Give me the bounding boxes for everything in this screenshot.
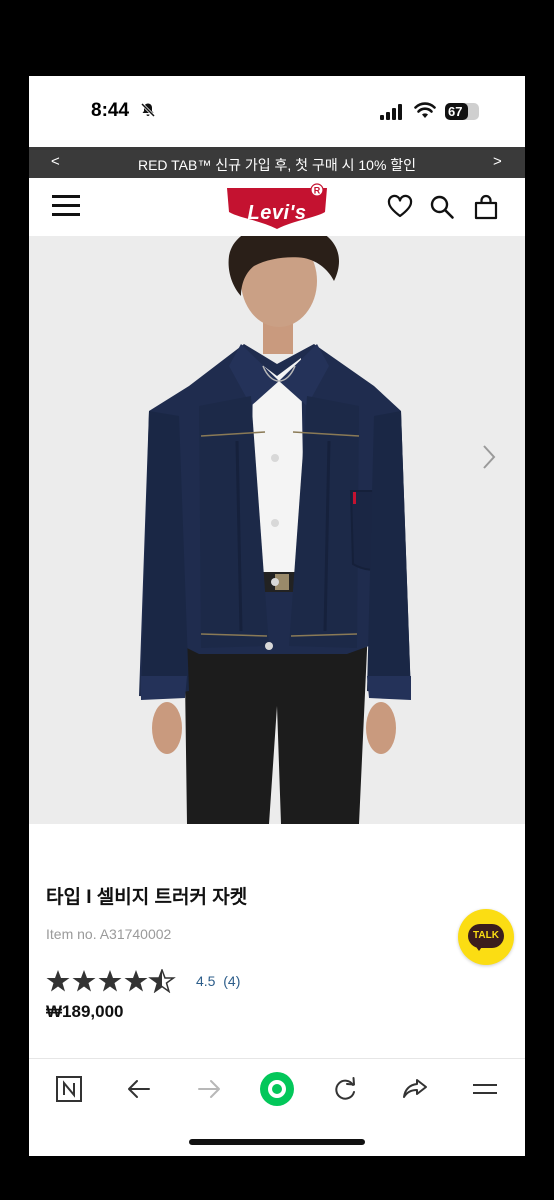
model-photo <box>29 236 525 824</box>
product-image[interactable] <box>29 236 525 824</box>
naver-n-icon[interactable] <box>55 1075 83 1103</box>
status-bar: 8:44 67 <box>29 76 525 146</box>
browser-toolbar <box>29 1058 525 1156</box>
status-time: 8:44 <box>91 100 130 121</box>
brand-name: Levi's <box>247 202 307 224</box>
refresh-icon[interactable] <box>331 1075 359 1103</box>
phone-screen: 8:44 67 < RED TAB™ 신규 가입 후, 첫 구매 시 10% 할… <box>29 76 525 1156</box>
half-star-icon <box>148 969 176 993</box>
review-count[interactable]: (4) <box>223 973 240 989</box>
share-icon[interactable] <box>401 1075 429 1103</box>
wifi-icon <box>414 102 436 118</box>
kakao-talk-button[interactable]: TALK <box>458 909 514 965</box>
forward-arrow-icon[interactable] <box>195 1075 223 1103</box>
promo-banner[interactable]: < RED TAB™ 신규 가입 후, 첫 구매 시 10% 할인 > <box>29 147 525 178</box>
site-header: R Levi's <box>29 178 525 236</box>
star-icon <box>124 970 148 992</box>
star-icon <box>46 970 70 992</box>
battery-icon: 67 <box>445 103 479 120</box>
rating-stars[interactable] <box>46 969 186 993</box>
heart-icon[interactable] <box>387 194 413 220</box>
brand-logo[interactable]: R Levi's <box>225 182 329 230</box>
back-arrow-icon[interactable] <box>125 1075 153 1103</box>
home-dot-icon[interactable] <box>259 1071 295 1107</box>
signal-icon <box>380 104 402 120</box>
star-icon <box>98 970 122 992</box>
promo-next-button[interactable]: > <box>493 153 502 170</box>
promo-text[interactable]: RED TAB™ 신규 가입 후, 첫 구매 시 10% 할인 <box>29 155 525 175</box>
home-indicator[interactable] <box>189 1139 365 1145</box>
menu-icon[interactable] <box>471 1075 499 1103</box>
next-image-icon[interactable] <box>479 442 499 472</box>
svg-text:R: R <box>314 186 321 196</box>
product-name: 타입 I 셀비지 트러커 자켓 <box>46 887 248 908</box>
menu-icon[interactable] <box>52 195 80 217</box>
product-price: ₩189,000 <box>46 1002 124 1021</box>
rating-value: 4.5 <box>196 973 216 989</box>
battery-level: 67 <box>448 104 463 119</box>
rating-summary[interactable]: 4.5 (4) <box>196 973 240 989</box>
talk-label: TALK <box>473 930 499 941</box>
item-number: Item no. A31740002 <box>46 926 172 942</box>
search-icon[interactable] <box>429 194 455 220</box>
star-icon <box>72 970 96 992</box>
bag-icon[interactable] <box>473 194 499 220</box>
bell-slash-icon <box>140 102 156 118</box>
